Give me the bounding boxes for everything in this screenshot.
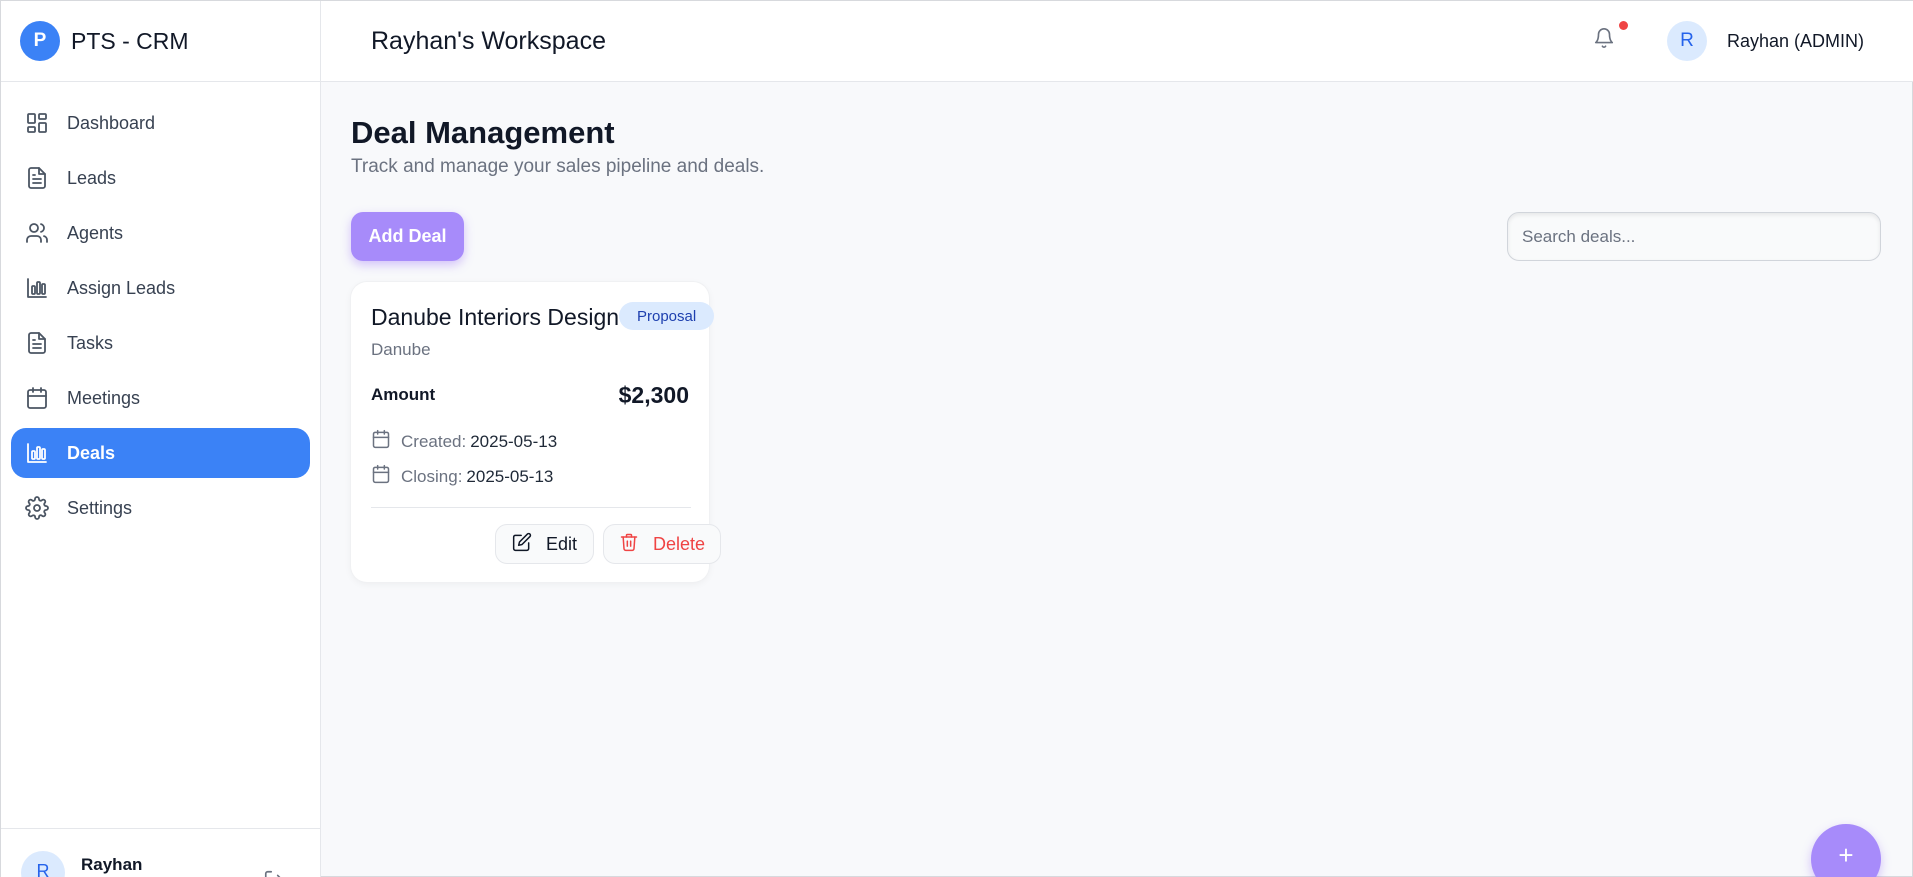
- delete-button-label: Delete: [652, 533, 706, 554]
- sidebar-item-label: Deals: [67, 442, 116, 463]
- bar-chart-icon: [25, 276, 49, 300]
- user-name[interactable]: Rayhan (ADMIN): [1727, 31, 1864, 52]
- sidebar-item-assign-leads[interactable]: Assign Leads: [11, 263, 310, 313]
- dashboard-icon: [25, 111, 49, 135]
- search-input[interactable]: [1507, 212, 1881, 261]
- sidebar-item-meetings[interactable]: Meetings: [11, 373, 310, 423]
- sidebar-item-settings[interactable]: Settings: [11, 483, 310, 533]
- status-badge: Proposal: [619, 302, 715, 330]
- sidebar-item-label: Tasks: [67, 332, 114, 353]
- calendar-icon: [25, 386, 49, 410]
- closing-label: Closing:: [401, 466, 463, 486]
- calendar-icon: [371, 464, 391, 489]
- add-deal-button[interactable]: Add Deal: [351, 212, 464, 261]
- edit-icon: [512, 532, 532, 557]
- bell-icon[interactable]: [1593, 27, 1619, 53]
- bar-chart-icon: [25, 441, 49, 465]
- users-icon: [25, 221, 49, 245]
- deal-company: Danube: [371, 340, 431, 359]
- sidebar-item-leads[interactable]: Leads: [11, 153, 310, 203]
- amount-label: Amount: [371, 385, 436, 404]
- sidebar-item-dashboard[interactable]: Dashboard: [11, 98, 310, 148]
- sidebar-item-label: Agents: [67, 222, 124, 243]
- calendar-icon: [371, 429, 391, 454]
- document-icon: [25, 331, 49, 355]
- brand-name: PTS - CRM: [71, 27, 189, 54]
- sidebar-item-label: Assign Leads: [67, 277, 176, 298]
- page-subtitle: Track and manage your sales pipeline and…: [351, 156, 765, 177]
- logout-icon[interactable]: [263, 869, 285, 877]
- gear-icon: [25, 496, 49, 520]
- created-date-row: Created: 2025-05-13: [371, 429, 557, 454]
- footer-user-name: Rayhan: [81, 855, 143, 874]
- top-header: Rayhan's Workspace R Rayhan (ADMIN): [321, 1, 1913, 82]
- created-label: Created:: [401, 431, 467, 451]
- closing-date-row: Closing: 2025-05-13: [371, 464, 553, 489]
- amount-value: $2,300: [618, 382, 689, 408]
- card-divider: [371, 507, 691, 508]
- sidebar-nav: Dashboard Leads Agents Assign Leads Task…: [1, 82, 320, 533]
- sidebar-item-deals[interactable]: Deals: [11, 428, 310, 478]
- sidebar-item-tasks[interactable]: Tasks: [11, 318, 310, 368]
- avatar: R: [21, 851, 65, 877]
- main-content: Deal Management Track and manage your sa…: [321, 82, 1913, 877]
- workspace-title: Rayhan's Workspace: [371, 27, 606, 55]
- avatar[interactable]: R: [1667, 21, 1707, 61]
- sidebar-footer: R Rayhan: [1, 828, 320, 877]
- edit-button-label: Edit: [545, 533, 578, 554]
- sidebar-item-label: Settings: [67, 497, 133, 518]
- edit-button[interactable]: Edit: [495, 524, 594, 564]
- deal-title: Danube Interiors Design: [371, 304, 620, 330]
- trash-icon: [619, 532, 639, 557]
- app-window: P PTS - CRM Dashboard Leads Agents Assig…: [0, 0, 1913, 877]
- delete-button[interactable]: Delete: [603, 524, 721, 564]
- brand: P PTS - CRM: [1, 1, 320, 82]
- sidebar-item-label: Meetings: [67, 387, 141, 408]
- document-icon: [25, 166, 49, 190]
- sidebar-item-agents[interactable]: Agents: [11, 208, 310, 258]
- brand-logo: P: [20, 21, 60, 61]
- created-date: 2025-05-13: [470, 431, 558, 451]
- notification-dot: [1619, 21, 1628, 30]
- sidebar: P PTS - CRM Dashboard Leads Agents Assig…: [1, 1, 321, 877]
- closing-date: 2025-05-13: [466, 466, 554, 486]
- sidebar-item-label: Leads: [67, 167, 117, 188]
- deal-card: Danube Interiors Design Proposal Danube …: [351, 282, 721, 582]
- sidebar-item-label: Dashboard: [67, 112, 156, 133]
- page-title: Deal Management: [351, 115, 615, 150]
